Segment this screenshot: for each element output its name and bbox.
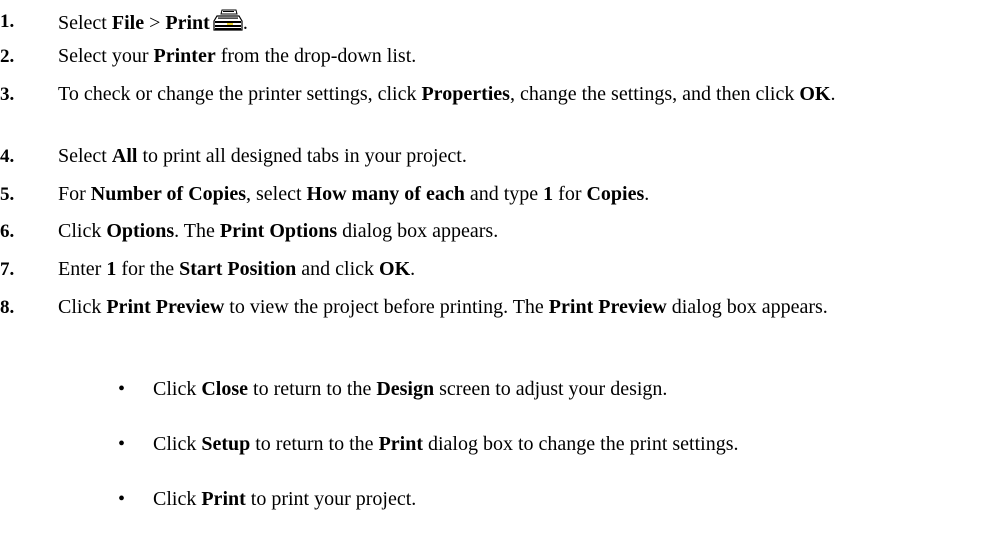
step-number: 5. — [0, 184, 15, 205]
step-text: Select your Printer from the drop-down l… — [58, 45, 417, 67]
bullet-text: Click Setup to return to the Print dialo… — [153, 433, 739, 455]
step-number: 3. — [0, 84, 15, 105]
step-text: Select File > Print . — [58, 9, 970, 40]
step-text: For Number of Copies, select How many of… — [58, 183, 650, 205]
step-text: Select All to print all designed tabs in… — [58, 145, 467, 167]
bullet-text: Click Close to return to the Design scre… — [153, 378, 668, 400]
step-text: Click Options. The Print Options dialog … — [58, 220, 499, 242]
bullet-icon: • — [118, 378, 126, 400]
bullet-icon: • — [118, 433, 126, 455]
step-number: 2. — [0, 46, 15, 67]
step-text: To check or change the printer settings,… — [58, 83, 836, 105]
step-number: 1. — [0, 11, 15, 32]
step-number: 7. — [0, 259, 15, 280]
bullet-text: Click Print to print your project. — [153, 488, 417, 510]
bullet-icon: • — [118, 488, 126, 510]
printer-icon — [213, 9, 243, 40]
step-text: Click Print Preview to view the project … — [58, 296, 828, 318]
step-text: Enter 1 for the Start Position and click… — [58, 258, 416, 280]
step-number: 8. — [0, 297, 15, 318]
step-number: 4. — [0, 146, 15, 167]
step-number: 6. — [0, 221, 15, 242]
